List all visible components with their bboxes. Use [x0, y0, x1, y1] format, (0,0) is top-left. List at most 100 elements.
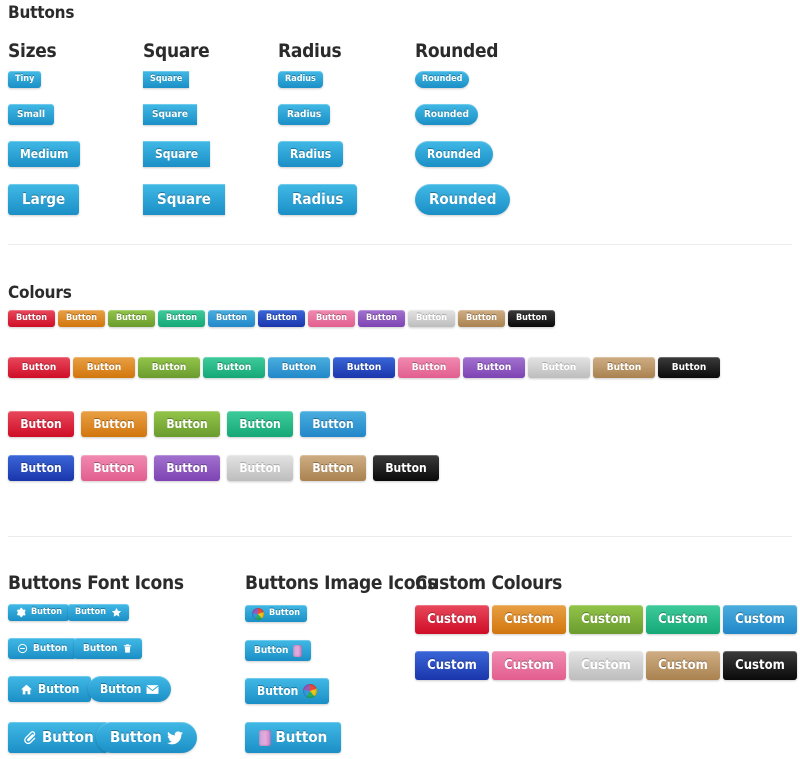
colour-button-orange-tiny[interactable]: Button — [58, 310, 105, 327]
custom-colour-button-silver[interactable]: Custom — [569, 651, 643, 680]
button-label: Button — [265, 313, 297, 323]
button-radius-small[interactable]: Radius — [278, 104, 331, 125]
button-label: Button — [110, 728, 162, 746]
colour-button-purple-small[interactable]: Button — [463, 357, 525, 378]
button-label: Tiny — [15, 74, 35, 84]
colour-button-purple-medium[interactable]: Button — [154, 455, 220, 481]
button-square-tiny[interactable]: Square — [143, 71, 190, 88]
button-sizes-tiny[interactable]: Tiny — [8, 71, 42, 88]
button-rounded-medium[interactable]: Rounded — [415, 141, 493, 167]
image-icon-button-globe[interactable]: Button — [245, 605, 308, 622]
custom-colour-button-black[interactable]: Custom — [723, 651, 797, 680]
font-icon-button-star[interactable]: Button — [68, 604, 130, 621]
button-label: Button — [115, 313, 147, 323]
colour-button-blue-tiny[interactable]: Button — [208, 310, 255, 327]
button-label: Rounded — [424, 108, 469, 120]
button-rounded-large[interactable]: Rounded — [415, 184, 511, 215]
colour-button-navy-tiny[interactable]: Button — [258, 310, 305, 327]
colour-button-silver-tiny[interactable]: Button — [408, 310, 455, 327]
colour-button-green-tiny[interactable]: Button — [108, 310, 155, 327]
button-label: Button — [86, 361, 122, 373]
colour-button-black-tiny[interactable]: Button — [508, 310, 555, 327]
font-icon-button-envelope[interactable]: Button — [88, 676, 172, 702]
colour-button-red-tiny[interactable]: Button — [8, 310, 55, 327]
button-label: Button — [166, 461, 208, 475]
custom-colour-button-navy[interactable]: Custom — [415, 651, 489, 680]
custom-colour-button-pink[interactable]: Custom — [492, 651, 566, 680]
button-label: Button — [15, 313, 47, 323]
colour-button-silver-small[interactable]: Button — [528, 357, 590, 378]
colour-button-red-small[interactable]: Button — [8, 357, 70, 378]
button-label: Button — [515, 313, 547, 323]
gear-icon — [15, 607, 26, 618]
globe-image-icon — [252, 607, 264, 620]
button-radius-medium[interactable]: Radius — [278, 141, 344, 167]
button-label: Button — [312, 417, 354, 431]
image-icon-button-globe[interactable]: Button — [245, 678, 330, 704]
colour-button-tan-tiny[interactable]: Button — [458, 310, 505, 327]
custom-colour-button-teal[interactable]: Custom — [646, 605, 720, 634]
button-label: Button — [20, 461, 62, 475]
colour-button-navy-medium[interactable]: Button — [8, 455, 74, 481]
custom-colour-button-tan[interactable]: Custom — [646, 651, 720, 680]
colour-button-black-small[interactable]: Button — [658, 357, 720, 378]
button-label: Button — [151, 361, 187, 373]
colour-button-orange-small[interactable]: Button — [73, 357, 135, 378]
trash-icon — [122, 643, 133, 654]
button-square-large[interactable]: Square — [143, 184, 225, 215]
font-icon-button-minus-circle[interactable]: Button — [8, 638, 77, 659]
book-image-icon — [293, 644, 303, 657]
button-label: Rounded — [429, 190, 497, 208]
globe-image-icon — [303, 684, 318, 698]
colour-button-tan-medium[interactable]: Button — [300, 455, 366, 481]
colour-button-silver-medium[interactable]: Button — [227, 455, 293, 481]
custom-colour-button-red[interactable]: Custom — [415, 605, 489, 634]
button-label: Square — [157, 190, 211, 208]
colour-button-purple-tiny[interactable]: Button — [358, 310, 405, 327]
image-icon-button-book[interactable]: Button — [245, 722, 342, 753]
font-icon-button-gear[interactable]: Button — [8, 604, 70, 621]
font-icon-button-trash[interactable]: Button — [74, 638, 143, 659]
colour-button-teal-small[interactable]: Button — [203, 357, 265, 378]
button-label: Custom — [581, 658, 631, 673]
custom-colour-button-green[interactable]: Custom — [569, 605, 643, 634]
button-label: Button — [65, 313, 97, 323]
colour-button-pink-small[interactable]: Button — [398, 357, 460, 378]
colour-button-red-medium[interactable]: Button — [8, 411, 74, 437]
button-label: Button — [100, 682, 142, 696]
colour-button-green-medium[interactable]: Button — [154, 411, 220, 437]
custom-colour-button-orange[interactable]: Custom — [492, 605, 566, 634]
button-rounded-tiny[interactable]: Rounded — [415, 71, 470, 88]
button-sizes-small[interactable]: Small — [8, 104, 55, 125]
colour-button-blue-small[interactable]: Button — [268, 357, 330, 378]
image-icon-button-book[interactable]: Button — [245, 640, 312, 661]
button-radius-large[interactable]: Radius — [278, 184, 358, 215]
custom-colour-button-blue[interactable]: Custom — [723, 605, 797, 634]
colour-button-pink-tiny[interactable]: Button — [308, 310, 355, 327]
colour-button-blue-medium[interactable]: Button — [300, 411, 366, 437]
button-sizes-medium[interactable]: Medium — [8, 141, 81, 167]
colour-button-teal-tiny[interactable]: Button — [158, 310, 205, 327]
button-label: Button — [42, 728, 94, 746]
colour-button-teal-medium[interactable]: Button — [227, 411, 293, 437]
button-sizes-large[interactable]: Large — [8, 184, 80, 215]
button-square-small[interactable]: Square — [143, 104, 197, 125]
button-radius-tiny[interactable]: Radius — [278, 71, 323, 88]
button-label: Radius — [287, 108, 322, 120]
colour-button-green-small[interactable]: Button — [138, 357, 200, 378]
font-icon-button-home[interactable]: Button — [8, 676, 92, 702]
buttons-style-guide-page: Buttons Sizes Tiny Small Medium Large Square S… — [0, 0, 800, 759]
button-label: Square — [152, 108, 188, 120]
button-label: Button — [215, 313, 247, 323]
button-label: Button — [239, 417, 281, 431]
font-icon-button-paperclip[interactable]: Button — [8, 722, 108, 753]
colour-button-navy-small[interactable]: Button — [333, 357, 395, 378]
colour-button-orange-medium[interactable]: Button — [81, 411, 147, 437]
font-icon-button-twitter[interactable]: Button — [96, 722, 197, 753]
colour-button-pink-medium[interactable]: Button — [81, 455, 147, 481]
button-rounded-small[interactable]: Rounded — [415, 104, 478, 125]
button-label: Button — [346, 361, 382, 373]
colour-button-tan-small[interactable]: Button — [593, 357, 655, 378]
button-square-medium[interactable]: Square — [143, 141, 211, 167]
colour-button-black-medium[interactable]: Button — [373, 455, 439, 481]
